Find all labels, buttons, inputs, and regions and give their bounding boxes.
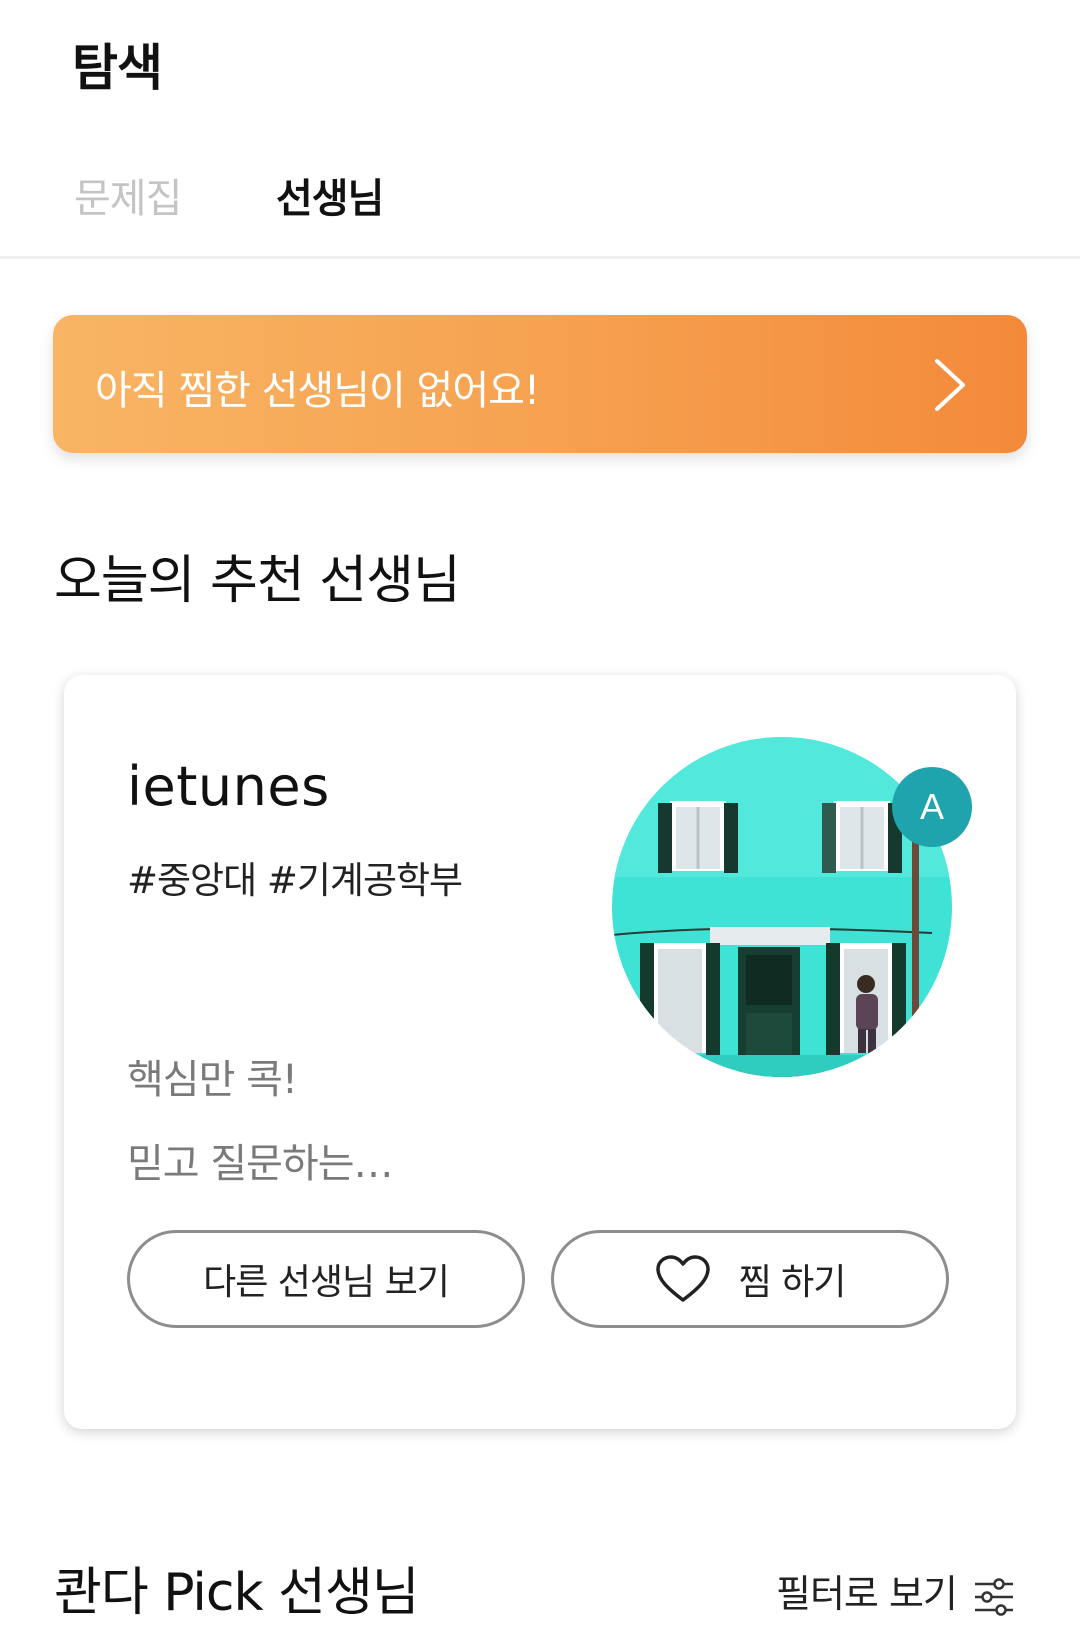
teacher-intro-line-2: 믿고 질문하는… (127, 1141, 394, 1187)
banner-text: 아직 찜한 선생님이 없어요! (95, 368, 540, 414)
tabs-divider (0, 256, 1080, 259)
teacher-tags: #중앙대 #기계공학부 (127, 859, 463, 902)
other-teacher-button-label: 다른 선생님 보기 (203, 1262, 450, 1303)
teacher-name: ietunes (127, 755, 330, 818)
page-title: 탐색 (72, 39, 163, 97)
filter-button[interactable]: 필터로 보기 (776, 1562, 1015, 1618)
pick-section-title: 콴다 Pick 선생님 (54, 1563, 420, 1623)
filter-sliders-icon (974, 1578, 1013, 1616)
other-teacher-button[interactable]: 다른 선생님 보기 (127, 1230, 525, 1328)
favorite-button[interactable]: 찜 하기 (551, 1230, 949, 1328)
recommended-section-title: 오늘의 추천 선생님 (54, 551, 461, 611)
favorite-teachers-banner[interactable]: 아직 찜한 선생님이 없어요! (53, 315, 1027, 453)
chevron-right-icon (935, 359, 965, 411)
teacher-intro-line-1: 핵심만 콕! (127, 1057, 298, 1103)
teacher-badge: A (892, 767, 972, 847)
tab-teachers[interactable]: 선생님 (276, 166, 384, 224)
teacher-card: ietunes #중앙대 #기계공학부 핵심만 콕! 믿고 질문하는… A 다른… (64, 675, 1016, 1429)
filter-label: 필터로 보기 (776, 1571, 958, 1616)
heart-outline-icon (655, 1255, 710, 1302)
tab-problem-sets[interactable]: 문제집 (74, 166, 182, 224)
favorite-button-label: 찜 하기 (738, 1262, 847, 1303)
